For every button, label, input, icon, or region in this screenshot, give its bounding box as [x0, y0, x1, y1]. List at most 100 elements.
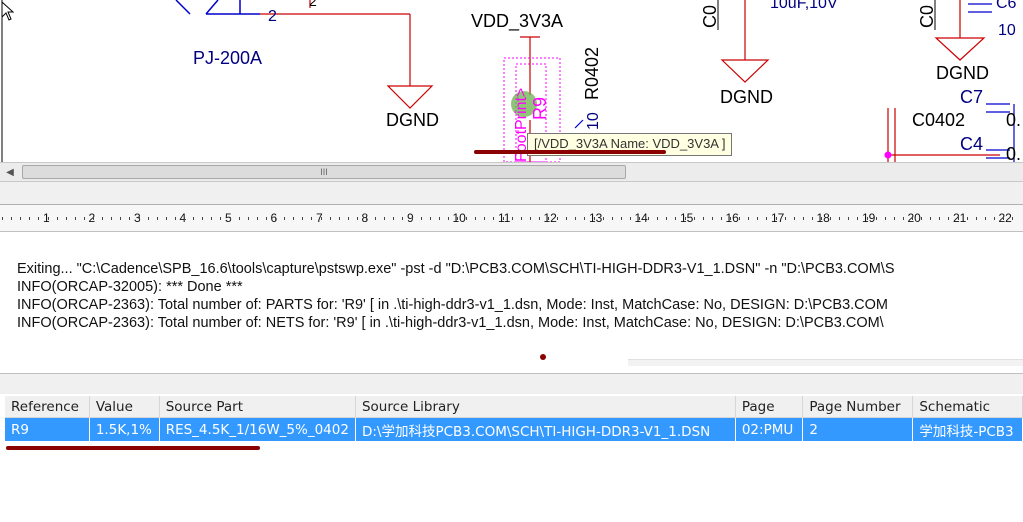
ruler-tick [1012, 217, 1014, 220]
ruler-tick [720, 217, 722, 220]
log-line-2: INFO(ORCAP-32005): *** Done *** [17, 279, 243, 295]
ruler-tick [830, 217, 832, 220]
ruler-tick [566, 217, 568, 220]
cell-reference[interactable]: R9 [5, 417, 90, 441]
ruler-tick [620, 217, 622, 220]
ruler-label: 7 [316, 211, 323, 225]
ruler-tick [38, 217, 40, 220]
ruler-label: 17 [771, 211, 785, 225]
session-log-panel[interactable]: Exiting... "C:\Cadence\SPB_16.6\tools\ca… [0, 232, 1023, 374]
junction-dot [884, 151, 892, 159]
ruler-tick [311, 217, 313, 220]
canvas-horizontal-scrollbar[interactable]: ◀ III [0, 162, 1023, 182]
c7-label: C7 [960, 87, 983, 107]
column-header-source-library[interactable]: Source Library [355, 396, 736, 418]
ruler-tick [957, 217, 959, 220]
cell-page[interactable]: 02:PMU [735, 417, 804, 441]
ruler-tick [384, 217, 386, 220]
ruler-tick [29, 217, 31, 220]
ruler-tick [966, 217, 968, 220]
column-header-page[interactable]: Page [735, 396, 804, 418]
power-net-label[interactable]: VDD_3V3A [471, 11, 563, 32]
cap-right-ref: C6 [996, 0, 1017, 12]
ruler-tick [629, 217, 631, 220]
ruler-tick [548, 217, 549, 220]
ruler-label: 1 [43, 211, 50, 225]
schematic-canvas[interactable]: 2 2 PJ-200A VDD_3V3A DGND DGND DGND R040… [0, 0, 1023, 162]
cap-right-value: 10 [998, 22, 1016, 39]
log-line-4: INFO(ORCAP-2363): Total number of: NETS … [17, 315, 884, 331]
cell-schematic[interactable]: 学加科技-PCB3 [912, 417, 1023, 441]
ruler-tick [520, 217, 522, 220]
ruler-tick [538, 217, 540, 220]
session-log-ruler: 1 2 3 4 5 6 7 8 9 10 11 12 13 14 15 16 17 18 19 20 21 22 [0, 204, 1023, 232]
find-results-table[interactable]: Reference Value Source Part Source Libra… [5, 396, 1023, 441]
ruler-tick [993, 217, 995, 220]
ruler-tick [811, 217, 813, 220]
ruler-tick [666, 217, 668, 220]
ruler-tick [193, 217, 195, 220]
ruler-label: 19 [862, 211, 876, 225]
schematic-drawing: 2 2 PJ-200A VDD_3V3A DGND DGND DGND R040… [1, 0, 1021, 162]
ruler-tick [893, 217, 895, 220]
table-row[interactable]: R9 1.5K,1% RES_4.5K_1/16W_5%_0402 D:\学加科… [5, 417, 1023, 441]
ground-symbol-2[interactable] [720, 59, 770, 83]
log-scroll-track[interactable] [628, 359, 1023, 366]
connector-pin-top: 2 [309, 0, 317, 9]
ruler-tick [74, 217, 76, 220]
ruler-label: 10 [452, 211, 466, 225]
ruler-tick [939, 217, 941, 220]
cell-value[interactable]: 1.5K,1% [89, 417, 160, 441]
ruler-tick [693, 217, 695, 220]
ruler-tick [748, 217, 750, 220]
ruler-tick [138, 217, 140, 220]
scroll-left-arrow-icon[interactable]: ◀ [2, 164, 18, 180]
ruler-tick [529, 217, 531, 220]
ruler-label: 11 [498, 211, 511, 225]
ruler-tick [575, 217, 577, 220]
cell-source-part[interactable]: RES_4.5K_1/16W_5%_0402 [159, 417, 356, 441]
ruler-tick [220, 217, 222, 220]
ground-label-1: DGND [386, 110, 439, 130]
connector-symbol[interactable] [175, 0, 260, 15]
find-results-panel[interactable]: Reference Value Source Part Source Libra… [0, 374, 1023, 522]
scroll-marker-dot [540, 354, 546, 360]
ruler-tick [120, 217, 122, 220]
ruler-tick [557, 217, 559, 220]
ruler-tick [484, 217, 486, 220]
ruler-label: 12 [543, 211, 557, 225]
resistor-ref-label: R9 [530, 97, 550, 120]
ruler-tick [730, 217, 731, 220]
log-line-1: Exiting... "C:\Cadence\SPB_16.6\tools\ca… [17, 261, 895, 277]
cap-left-label: C0 [700, 5, 720, 28]
ruler-tick [502, 217, 504, 220]
scrollbar-thumb[interactable]: III [22, 165, 626, 179]
column-header-schematic[interactable]: Schematic [912, 396, 1023, 418]
cap-right-label: C0 [917, 5, 937, 28]
ruler-tick [302, 217, 304, 220]
ruler-tick [238, 217, 240, 220]
ground-symbol-1[interactable] [386, 85, 434, 109]
cell-page-number[interactable]: 2 [802, 417, 914, 441]
column-header-reference[interactable]: Reference [5, 396, 90, 418]
ruler-tick [2, 217, 3, 220]
ruler-tick [329, 217, 331, 220]
ruler-tick [411, 217, 413, 220]
log-line-3: INFO(ORCAP-2363): Total number of: PARTS… [17, 297, 889, 313]
cell-source-library[interactable]: D:\学加科技PCB3.COM\SCH\TI-HIGH-DDR3-V1_1.DS… [355, 417, 736, 441]
column-header-source-part[interactable]: Source Part [159, 396, 356, 418]
row-annotation-underline [6, 446, 260, 450]
column-header-value[interactable]: Value [89, 396, 160, 418]
ruler-tick [857, 217, 859, 220]
ruler-tick [420, 217, 422, 220]
ruler-tick [975, 217, 977, 220]
ruler-tick [766, 217, 768, 220]
ruler-tick [466, 217, 468, 220]
ruler-tick [320, 217, 322, 220]
column-header-page-number[interactable]: Page Number [802, 396, 914, 418]
ruler-tick [1003, 217, 1004, 220]
ruler-tick [902, 217, 904, 220]
ruler-tick [247, 217, 249, 220]
ground-symbol-3[interactable] [934, 37, 986, 61]
ruler-tick [447, 217, 449, 220]
